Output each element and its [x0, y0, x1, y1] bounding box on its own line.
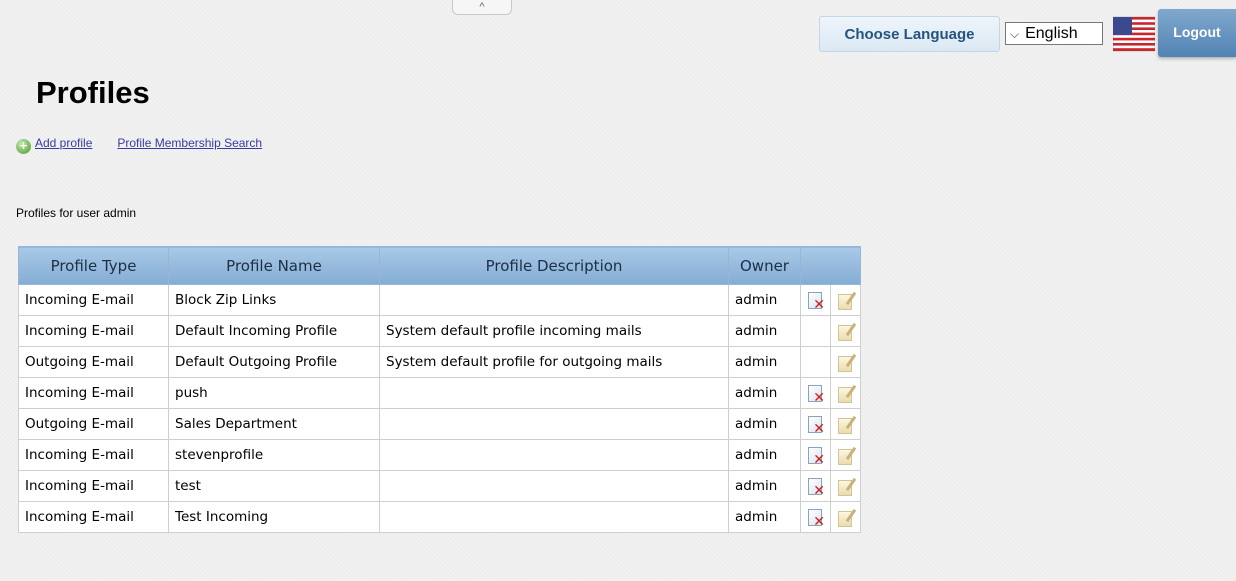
cell-profile-name[interactable]: test — [168, 470, 380, 502]
cell-owner: admin — [728, 501, 801, 533]
delete-icon[interactable]: ✕ — [807, 291, 825, 313]
delete-cell: ✕ — [800, 439, 831, 471]
header-profile-description[interactable]: Profile Description — [379, 246, 729, 285]
cell-owner: admin — [728, 346, 801, 378]
cell-profile-type[interactable]: Incoming E-mail — [18, 439, 169, 471]
delete-cell: ✕ — [800, 408, 831, 440]
cell-owner: admin — [728, 315, 801, 347]
logout-button[interactable]: Logout — [1158, 9, 1236, 57]
edit-icon[interactable] — [837, 384, 857, 403]
edit-cell — [830, 377, 861, 409]
cell-profile-name[interactable]: push — [168, 377, 380, 409]
cell-profile-description — [379, 501, 729, 533]
edit-icon[interactable] — [837, 415, 857, 434]
cell-owner: admin — [728, 408, 801, 440]
delete-cell: ✕ — [800, 284, 831, 316]
cell-profile-name[interactable]: Default Incoming Profile — [168, 315, 380, 347]
cell-profile-description — [379, 284, 729, 316]
flag-stripes — [1113, 16, 1155, 52]
cell-profile-description — [379, 377, 729, 409]
table-row: Outgoing E-mail Default Outgoing Profile S… — [18, 346, 861, 378]
language-select-value: English — [1025, 25, 1078, 42]
cell-profile-type[interactable]: Incoming E-mail — [18, 501, 169, 533]
cell-profile-name[interactable]: Default Outgoing Profile — [168, 346, 380, 378]
cell-owner: admin — [728, 470, 801, 502]
edit-icon[interactable] — [837, 446, 857, 465]
edit-icon[interactable] — [837, 508, 857, 527]
delete-icon[interactable]: ✕ — [807, 477, 825, 499]
delete-icon[interactable]: ✕ — [807, 415, 825, 437]
table-row: Incoming E-mail stevenprofile admin ✕ — [18, 439, 861, 471]
delete-cell: ✕ — [800, 377, 831, 409]
header-profile-name[interactable]: Profile Name — [168, 246, 380, 285]
collapse-header-tab[interactable]: ^ — [452, 0, 512, 15]
delete-cell: ✕ — [800, 470, 831, 502]
delete-cell: ✕ — [800, 501, 831, 533]
header-profile-type[interactable]: Profile Type — [18, 246, 169, 285]
action-links: + Add profile Profile Membership Search — [16, 136, 262, 154]
delete-cell — [800, 315, 831, 347]
cell-profile-description: System default profile for outgoing mail… — [379, 346, 729, 378]
delete-icon[interactable]: ✕ — [807, 384, 825, 406]
cell-profile-description — [379, 439, 729, 471]
language-select[interactable]: ⌵ English — [1005, 22, 1103, 45]
add-profile-link[interactable]: Add profile — [35, 136, 92, 150]
cell-profile-type[interactable]: Outgoing E-mail — [18, 408, 169, 440]
cell-profile-type[interactable]: Incoming E-mail — [18, 377, 169, 409]
table-header-row: Profile Type Profile Name Profile Descri… — [18, 246, 861, 285]
edit-cell — [830, 439, 861, 471]
edit-icon[interactable] — [837, 353, 857, 372]
add-icon[interactable]: + — [16, 139, 31, 154]
cell-profile-type[interactable]: Incoming E-mail — [18, 470, 169, 502]
profile-membership-search-link[interactable]: Profile Membership Search — [117, 136, 262, 150]
delete-cell — [800, 346, 831, 378]
table-row: Incoming E-mail Block Zip Links admin ✕ — [18, 284, 861, 316]
edit-cell — [830, 470, 861, 502]
table-row: Incoming E-mail Default Incoming Profile S… — [18, 315, 861, 347]
cell-owner: admin — [728, 439, 801, 471]
cell-profile-name[interactable]: Sales Department — [168, 408, 380, 440]
cell-profile-type[interactable]: Outgoing E-mail — [18, 346, 169, 378]
edit-cell — [830, 501, 861, 533]
cell-profile-name[interactable]: Block Zip Links — [168, 284, 380, 316]
cell-profile-type[interactable]: Incoming E-mail — [18, 315, 169, 347]
cell-profile-name[interactable]: Test Incoming — [168, 501, 380, 533]
us-flag-icon[interactable] — [1113, 13, 1155, 55]
delete-icon[interactable]: ✕ — [807, 446, 825, 468]
edit-cell — [830, 346, 861, 378]
cell-profile-name[interactable]: stevenprofile — [168, 439, 380, 471]
edit-cell — [830, 408, 861, 440]
cell-owner: admin — [728, 377, 801, 409]
header-owner[interactable]: Owner — [728, 246, 801, 285]
cell-profile-type[interactable]: Incoming E-mail — [18, 284, 169, 316]
table-row: Incoming E-mail test admin ✕ — [18, 470, 861, 502]
table-row: Outgoing E-mail Sales Department admin ✕ — [18, 408, 861, 440]
chevron-down-icon: ⌵ — [1010, 27, 1020, 41]
choose-language-button[interactable]: Choose Language — [819, 16, 1000, 52]
table-row: Incoming E-mail Test Incoming admin ✕ — [18, 501, 861, 533]
table-row: Incoming E-mail push admin ✕ — [18, 377, 861, 409]
cell-profile-description: System default profile incoming mails — [379, 315, 729, 347]
cell-owner: admin — [728, 284, 801, 316]
cell-profile-description — [379, 470, 729, 502]
cell-profile-description — [379, 408, 729, 440]
edit-icon[interactable] — [837, 477, 857, 496]
profiles-table: Profile Type Profile Name Profile Descri… — [18, 246, 861, 533]
header-actions — [800, 246, 861, 285]
edit-cell — [830, 315, 861, 347]
profiles-subtitle: Profiles for user admin — [16, 206, 137, 220]
edit-icon[interactable] — [837, 291, 857, 310]
page-title: Profiles — [36, 75, 150, 110]
edit-cell — [830, 284, 861, 316]
edit-icon[interactable] — [837, 322, 857, 341]
delete-icon[interactable]: ✕ — [807, 508, 825, 530]
